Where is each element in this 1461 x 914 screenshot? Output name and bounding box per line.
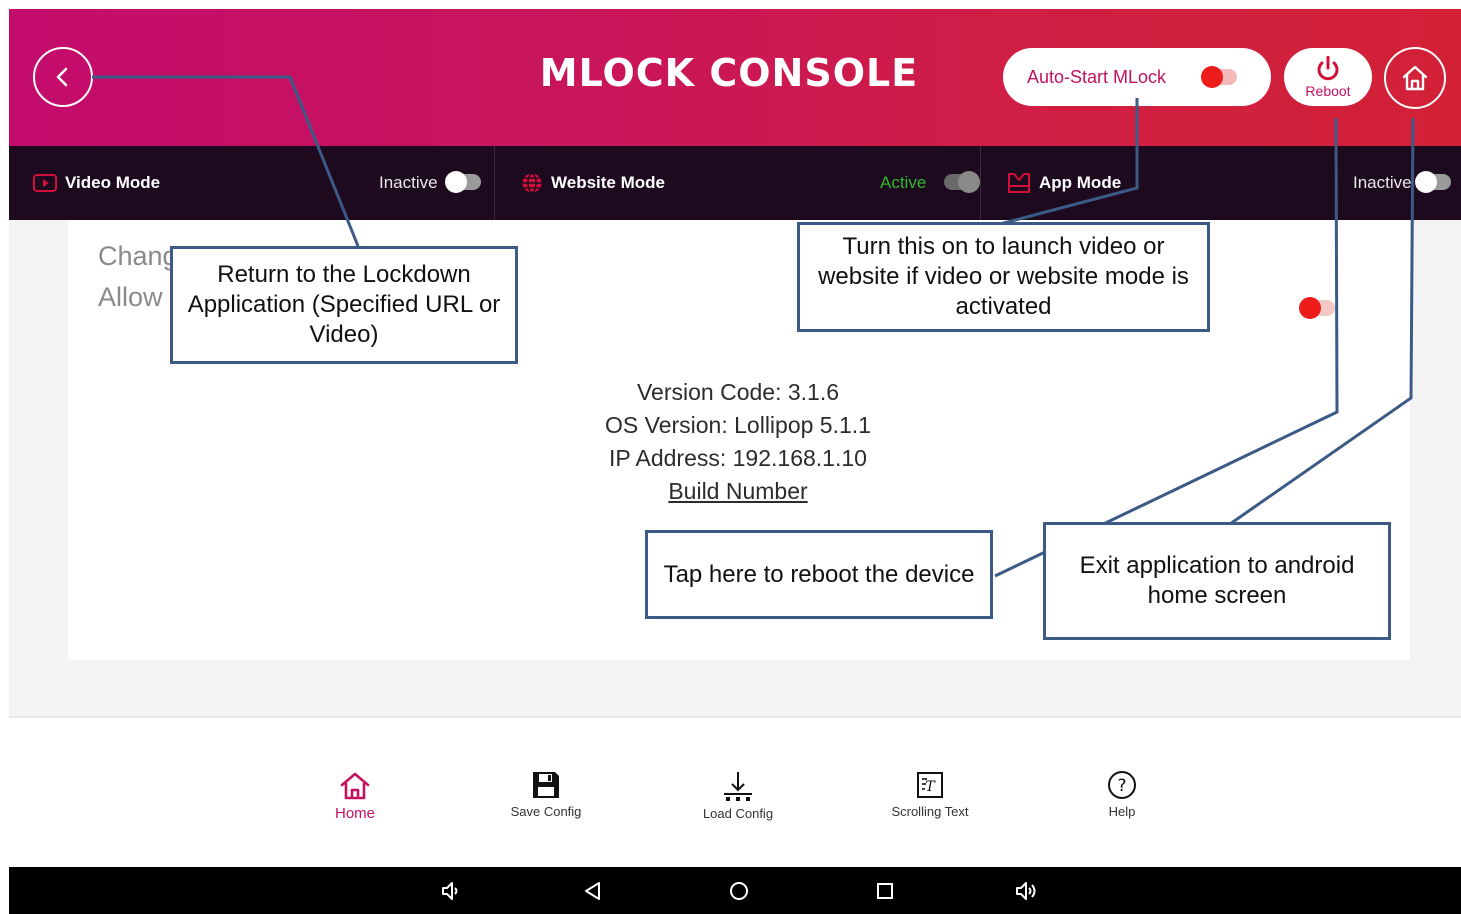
mode-video[interactable]: Video Mode Inactive xyxy=(9,146,495,220)
allow-setting-label: Allow xyxy=(98,282,163,312)
reboot-label: Reboot xyxy=(1305,82,1351,99)
nav-load-config-label: Load Config xyxy=(702,806,774,821)
home-icon xyxy=(1402,65,1428,91)
annotation-exit: Exit application to android home screen xyxy=(1043,522,1391,640)
chevron-left-icon xyxy=(56,67,68,87)
home-icon xyxy=(340,772,370,800)
version-code: Version Code: 3.1.6 xyxy=(636,379,840,405)
video-icon xyxy=(33,174,57,192)
back-triangle-icon[interactable] xyxy=(579,877,607,905)
nav-home-label: Home xyxy=(334,805,375,822)
globe-icon xyxy=(522,172,542,194)
help-icon: ? xyxy=(1108,771,1136,799)
power-icon xyxy=(1317,55,1339,80)
nav-scrolling-text[interactable]: T Scrolling Text xyxy=(870,770,990,819)
recents-square-icon[interactable] xyxy=(871,877,899,905)
app-icon xyxy=(1008,173,1030,193)
app-screen: MLOCK CONSOLE Auto-Start MLock Reboot Vi… xyxy=(9,9,1461,914)
nav-load-config[interactable]: Load Config xyxy=(678,770,798,821)
bottom-nav: Home Save Config Load Config T Scrolling… xyxy=(9,718,1461,867)
mode-app[interactable]: App Mode Inactive xyxy=(981,146,1461,220)
mode-app-label: App Mode xyxy=(1039,173,1122,192)
autostart-switch[interactable] xyxy=(1201,66,1237,88)
svg-text:T: T xyxy=(925,779,936,795)
annotation-back: Return to the Lockdown Application (Spec… xyxy=(170,246,518,364)
svg-text:?: ? xyxy=(1117,776,1126,796)
mode-video-label: Video Mode xyxy=(65,173,161,192)
nav-help-label: Help xyxy=(1108,804,1136,819)
home-exit-button[interactable] xyxy=(1384,47,1446,109)
mode-app-status: Inactive xyxy=(1353,173,1412,192)
reboot-button[interactable]: Reboot xyxy=(1284,48,1372,106)
os-version: OS Version: Lollipop 5.1.1 xyxy=(605,412,871,438)
mode-app-switch[interactable] xyxy=(1415,171,1451,193)
back-button[interactable] xyxy=(33,47,93,107)
mode-website[interactable]: Website Mode Active xyxy=(495,146,981,220)
android-nav-bar xyxy=(9,867,1461,914)
mode-website-status: Active xyxy=(880,173,927,192)
header-bar: MLOCK CONSOLE Auto-Start MLock Reboot xyxy=(9,9,1461,146)
download-icon xyxy=(724,772,752,801)
nav-scrolling-text-label: Scrolling Text xyxy=(891,804,969,819)
mode-website-switch[interactable] xyxy=(944,171,980,193)
volume-down-icon[interactable] xyxy=(437,877,465,905)
nav-save-config-label: Save Config xyxy=(510,804,582,819)
page-title: MLOCK CONSOLE xyxy=(539,51,919,95)
annotation-reboot: Tap here to reboot the device xyxy=(645,530,993,619)
ip-address: IP Address: 192.168.1.10 xyxy=(609,445,867,471)
nav-help[interactable]: ? Help xyxy=(1062,770,1182,819)
nav-home[interactable]: Home xyxy=(295,771,415,822)
build-number-link[interactable]: Build Number xyxy=(538,475,938,508)
mode-video-switch[interactable] xyxy=(445,171,481,193)
device-info: Version Code: 3.1.6 OS Version: Lollipop… xyxy=(538,376,938,508)
save-icon xyxy=(533,772,559,798)
change-setting-label: Chang xyxy=(98,241,178,271)
volume-up-icon[interactable] xyxy=(1013,877,1041,905)
allow-setting-switch[interactable] xyxy=(1299,297,1335,319)
autostart-toggle[interactable]: Auto-Start MLock xyxy=(1003,48,1271,106)
mode-website-label: Website Mode xyxy=(551,173,665,192)
home-circle-icon[interactable] xyxy=(725,877,753,905)
autostart-label: Auto-Start MLock xyxy=(1027,66,1167,87)
mode-video-status: Inactive xyxy=(379,173,438,192)
nav-save-config[interactable]: Save Config xyxy=(486,770,606,819)
text-icon: T xyxy=(917,772,943,798)
annotation-autostart: Turn this on to launch video or website … xyxy=(797,222,1210,332)
mode-bar: Video Mode Inactive Website Mode Active … xyxy=(9,146,1461,220)
